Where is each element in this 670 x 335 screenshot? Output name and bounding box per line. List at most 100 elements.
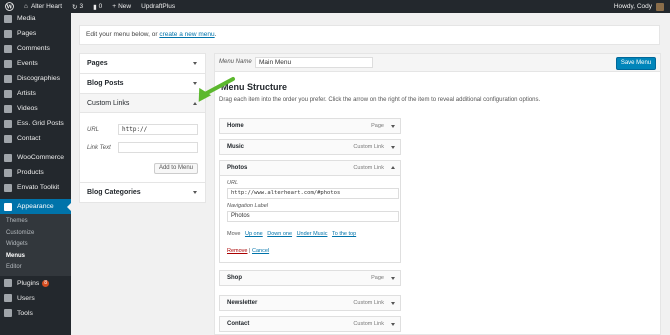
create-new-menu-link[interactable]: create a new menu — [159, 31, 214, 38]
sidebar-item-events[interactable]: Events — [0, 56, 71, 71]
sidebar-item-media[interactable]: Media — [0, 13, 71, 26]
chevron-down-icon[interactable] — [391, 277, 395, 280]
sidebar-item-envato-toolkit[interactable]: Envato Toolkit — [0, 180, 71, 195]
admin-sidebar: Media Pages Comments Events Discographie… — [0, 13, 71, 335]
sidebar-item-appearance[interactable]: Appearance — [0, 199, 71, 214]
sidebar-item-products[interactable]: Products — [0, 165, 71, 180]
menu-name-label: Menu Name — [219, 59, 252, 65]
sidebar-item-contact[interactable]: Contact — [0, 131, 71, 146]
envelope-icon — [4, 134, 12, 143]
new-content-link[interactable]: + New — [107, 0, 136, 13]
accordion-title-pages[interactable]: Pages — [80, 54, 205, 73]
plugins-update-badge: 8 — [42, 279, 50, 287]
main-content: Edit your menu below, or create a new me… — [71, 13, 670, 335]
home-icon: ⌂ — [24, 3, 28, 10]
comments-link[interactable]: ▮ 0 — [88, 0, 107, 13]
submenu-widgets[interactable]: Widgets — [0, 239, 71, 251]
calendar-icon — [4, 59, 12, 68]
accordion-pages: Pages — [79, 53, 206, 73]
updates-icon: ↻ — [72, 3, 78, 11]
sidebar-item-plugins[interactable]: Plugins 8 — [0, 276, 71, 291]
video-icon — [4, 104, 12, 113]
account-menu[interactable]: Howdy, Cody — [614, 2, 670, 11]
site-name-link[interactable]: ⌂ Alter Heart — [19, 0, 67, 13]
url-label: URL — [87, 127, 100, 133]
chevron-down-icon[interactable] — [391, 146, 395, 149]
navigation-label-input[interactable]: Photos — [227, 211, 399, 222]
menu-header: Menu Name Main Menu Save Menu — [215, 54, 660, 72]
accordion-title-blog-posts[interactable]: Blog Posts — [80, 74, 205, 93]
comments-icon — [4, 44, 12, 53]
add-menu-items-panel: Pages Blog Posts Custom Links URL http:/… — [79, 53, 206, 203]
move-to-top-link[interactable]: To the top — [332, 231, 356, 237]
menu-name-input[interactable]: Main Menu — [255, 57, 373, 68]
chevron-up-icon[interactable] — [391, 166, 395, 169]
menu-item-home[interactable]: Home Page — [219, 118, 401, 134]
move-up-one-link[interactable]: Up one — [245, 231, 263, 237]
item-url-label: URL — [227, 180, 239, 186]
updraftplus-link[interactable]: UpdraftPlus — [136, 0, 180, 13]
move-under-music-link[interactable]: Under Music — [297, 231, 328, 237]
submenu-menus[interactable]: Menus — [0, 251, 71, 263]
avatar — [656, 2, 664, 11]
menu-item-shop[interactable]: Shop Page — [219, 270, 401, 286]
move-down-one-link[interactable]: Down one — [267, 231, 292, 237]
menu-item-contact[interactable]: Contact Custom Link — [219, 316, 401, 332]
custom-link-text-input[interactable] — [118, 142, 198, 153]
sidebar-item-videos[interactable]: Videos — [0, 101, 71, 116]
navigation-label-label: Navigation Label — [227, 203, 268, 209]
wrench-icon — [4, 309, 12, 317]
sidebar-item-comments[interactable]: Comments — [0, 41, 71, 56]
pages-icon — [4, 29, 12, 38]
admin-bar: W ⌂ Alter Heart ↻ 3 ▮ 0 + New UpdraftPlu… — [0, 0, 670, 13]
woo-icon — [4, 153, 12, 162]
grid-icon — [4, 119, 12, 128]
sidebar-item-tools[interactable]: Tools — [0, 306, 71, 321]
submenu-themes[interactable]: Themes — [0, 216, 71, 228]
products-icon — [4, 168, 12, 177]
comment-bubble-icon: ▮ — [93, 3, 97, 11]
edit-menu-notice: Edit your menu below, or create a new me… — [79, 25, 660, 45]
person-icon — [4, 89, 12, 98]
remove-item-link[interactable]: Remove — [227, 248, 247, 254]
menu-item-photos[interactable]: Photos Custom Link URL http://www.alterhe… — [219, 160, 401, 263]
chevron-down-icon[interactable] — [391, 323, 395, 326]
sidebar-item-ess-grid-posts[interactable]: Ess. Grid Posts — [0, 116, 71, 131]
chevron-up-icon — [193, 102, 197, 105]
chevron-down-icon[interactable] — [391, 125, 395, 128]
add-to-menu-button[interactable]: Add to Menu — [153, 163, 198, 174]
submenu-editor[interactable]: Editor — [0, 262, 71, 274]
chevron-down-icon — [193, 191, 197, 194]
sidebar-item-artists[interactable]: Artists — [0, 86, 71, 101]
menu-item-music[interactable]: Music Custom Link — [219, 139, 401, 155]
chevron-down-icon — [193, 62, 197, 65]
annotation-arrow-icon — [198, 77, 235, 102]
wordpress-logo-icon[interactable]: W — [0, 0, 19, 13]
save-menu-button[interactable]: Save Menu — [616, 57, 656, 70]
accordion-blog-categories: Blog Categories — [79, 182, 206, 203]
sidebar-item-woocommerce[interactable]: WooCommerce — [0, 150, 71, 165]
item-url-input[interactable]: http://www.alterheart.com/#photos — [227, 188, 399, 199]
accordion-blog-posts: Blog Posts — [79, 73, 206, 93]
envato-icon — [4, 183, 12, 192]
users-icon — [4, 294, 12, 302]
accordion-title-blog-categories[interactable]: Blog Categories — [80, 183, 205, 202]
accordion-custom-links: Custom Links URL http:// Link Text Add t… — [79, 93, 206, 182]
brush-icon — [4, 202, 12, 211]
sidebar-item-pages[interactable]: Pages — [0, 26, 71, 41]
album-icon — [4, 74, 12, 83]
media-icon — [4, 14, 12, 23]
submenu-customize[interactable]: Customize — [0, 228, 71, 240]
svg-text:W: W — [5, 5, 13, 11]
cancel-item-link[interactable]: Cancel — [252, 248, 269, 254]
sidebar-item-users[interactable]: Users — [0, 291, 71, 306]
accordion-title-custom-links[interactable]: Custom Links — [80, 94, 205, 113]
menu-item-newsletter[interactable]: Newsletter Custom Link — [219, 295, 401, 311]
custom-link-url-input[interactable]: http:// — [118, 124, 198, 135]
sidebar-item-discographies[interactable]: Discographies — [0, 71, 71, 86]
chevron-down-icon[interactable] — [391, 302, 395, 305]
item-actions: Remove | Cancel — [227, 248, 270, 254]
updates-link[interactable]: ↻ 3 — [67, 0, 88, 13]
menu-structure-instructions: Drag each item into the order you prefer… — [219, 97, 541, 103]
appearance-submenu: Themes Customize Widgets Menus Editor — [0, 214, 71, 276]
